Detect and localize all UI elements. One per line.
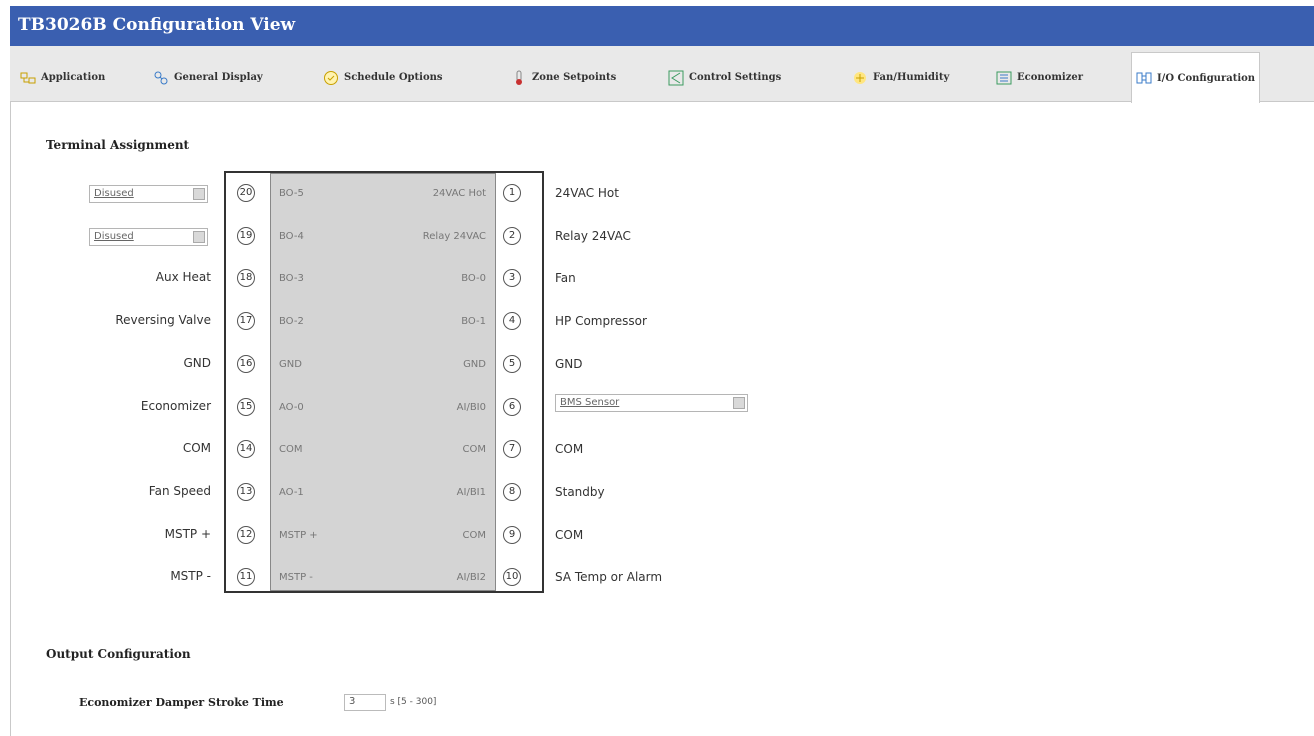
terminal-number: 4 <box>503 312 521 330</box>
tab-zone-setpoints[interactable]: Zone Setpoints <box>511 54 616 101</box>
damper-stroke-time-label: Economizer Damper Stroke Time <box>79 696 284 709</box>
terminal-code: COM <box>462 444 486 455</box>
tab-label: Control Settings <box>689 72 782 83</box>
terminal-number: 19 <box>237 227 255 245</box>
io-configuration-icon <box>1136 72 1152 84</box>
terminal-code: BO-3 <box>279 273 304 284</box>
terminal-code: BO-2 <box>279 316 304 327</box>
terminal-label: COM <box>555 442 584 456</box>
terminal-19-select[interactable]: Disused <box>89 228 208 246</box>
terminal-label: SA Temp or Alarm <box>555 570 663 584</box>
terminal-number: 3 <box>503 269 521 287</box>
dropdown-arrow-icon[interactable] <box>193 188 205 200</box>
terminal-code: GND <box>279 359 302 370</box>
terminal-code: COM <box>462 530 486 541</box>
terminal-number: 2 <box>503 227 521 245</box>
terminal-label: GND <box>183 356 211 370</box>
terminal-20-select[interactable]: Disused <box>89 185 208 203</box>
terminal-number: 18 <box>237 269 255 287</box>
schedule-options-icon <box>324 70 338 85</box>
select-value: BMS Sensor <box>560 397 620 408</box>
tab-label: Economizer <box>1017 72 1084 83</box>
window-title: TB3026B Configuration View <box>18 15 296 35</box>
application-icon <box>20 72 36 83</box>
terminal-number: 1 <box>503 184 521 202</box>
terminal-code: Relay 24VAC <box>422 231 486 242</box>
tab-io-configuration[interactable]: I/O Configuration <box>1131 52 1261 103</box>
terminal-code: COM <box>279 444 303 455</box>
dropdown-arrow-icon[interactable] <box>733 397 745 409</box>
economizer-icon <box>996 71 1012 84</box>
damper-stroke-time-input[interactable]: 3 <box>344 694 386 711</box>
tab-application[interactable]: Application <box>20 54 105 101</box>
terminal-label: 24VAC Hot <box>555 186 619 200</box>
terminal-label: COM <box>182 441 211 455</box>
terminal-label: HP Compressor <box>555 314 647 328</box>
terminal-code: MSTP - <box>279 572 313 583</box>
terminal-number: 7 <box>503 440 521 458</box>
terminal-number: 20 <box>237 184 255 202</box>
terminal-number: 9 <box>503 526 521 544</box>
terminal-number: 10 <box>503 568 521 586</box>
terminal-label: Relay 24VAC <box>555 229 631 243</box>
terminal-label: Standby <box>555 485 605 499</box>
control-settings-icon <box>668 70 684 85</box>
terminal-code: BO-0 <box>461 273 486 284</box>
terminal-code: 24VAC Hot <box>432 188 486 199</box>
general-display-icon <box>154 71 168 84</box>
tab-control-settings[interactable]: Control Settings <box>668 54 781 101</box>
tab-general-display[interactable]: General Display <box>153 54 263 101</box>
select-value: Disused <box>94 231 134 242</box>
terminal-label: Economizer <box>140 399 211 413</box>
damper-stroke-time-unit: s [5 - 300] <box>390 697 437 707</box>
tab-label: Schedule Options <box>344 72 443 83</box>
terminal-label: Reversing Valve <box>115 313 211 327</box>
terminal-code: AO-0 <box>279 402 304 413</box>
terminal-code: BO-5 <box>279 188 304 199</box>
zone-setpoints-icon <box>516 70 522 85</box>
terminal-number: 15 <box>237 398 255 416</box>
terminal-number: 11 <box>237 568 255 586</box>
terminal-number: 14 <box>237 440 255 458</box>
terminal-number: 8 <box>503 483 521 501</box>
terminal-number: 16 <box>237 355 255 373</box>
terminal-number: 6 <box>503 398 521 416</box>
terminal-number: 12 <box>237 526 255 544</box>
dropdown-arrow-icon[interactable] <box>193 231 205 243</box>
terminal-label: Fan Speed <box>148 484 211 498</box>
content-border <box>10 101 11 736</box>
tab-bar: Application General Display Schedule Opt… <box>10 46 1314 103</box>
terminal-code: BO-1 <box>461 316 486 327</box>
terminal-code: MSTP + <box>279 530 318 541</box>
tab-label: Fan/Humidity <box>873 72 950 83</box>
terminal-code: BO-4 <box>279 231 304 242</box>
tab-schedule-options[interactable]: Schedule Options <box>323 54 443 101</box>
terminal-number: 17 <box>237 312 255 330</box>
terminal-code: AI/BI2 <box>456 572 486 583</box>
terminal-label: MSTP + <box>164 527 211 541</box>
tab-label: Application <box>41 72 106 83</box>
terminal-code: AO-1 <box>279 487 304 498</box>
tab-economizer[interactable]: Economizer <box>996 54 1083 101</box>
terminal-6-select[interactable]: BMS Sensor <box>555 394 748 412</box>
tab-label: Zone Setpoints <box>532 72 617 83</box>
terminal-number: 5 <box>503 355 521 373</box>
terminal-code: AI/BI0 <box>456 402 486 413</box>
terminal-code: GND <box>463 359 486 370</box>
title-bar: TB3026B Configuration View <box>10 6 1314 46</box>
output-configuration-title: Output Configuration <box>46 647 191 661</box>
terminal-label: Aux Heat <box>155 270 211 284</box>
terminal-label: MSTP - <box>170 569 211 583</box>
terminal-number: 13 <box>237 483 255 501</box>
tab-label: General Display <box>174 72 263 83</box>
terminal-assignment-title: Terminal Assignment <box>46 138 190 152</box>
terminal-label: GND <box>555 357 583 371</box>
tab-fan-humidity[interactable]: Fan/Humidity <box>852 54 949 101</box>
terminal-label: Fan <box>555 271 576 285</box>
tab-label: I/O Configuration <box>1157 72 1256 84</box>
terminal-label: COM <box>555 528 584 542</box>
select-value: Disused <box>94 188 134 199</box>
terminal-code: AI/BI1 <box>456 487 486 498</box>
fan-humidity-icon <box>854 71 866 84</box>
